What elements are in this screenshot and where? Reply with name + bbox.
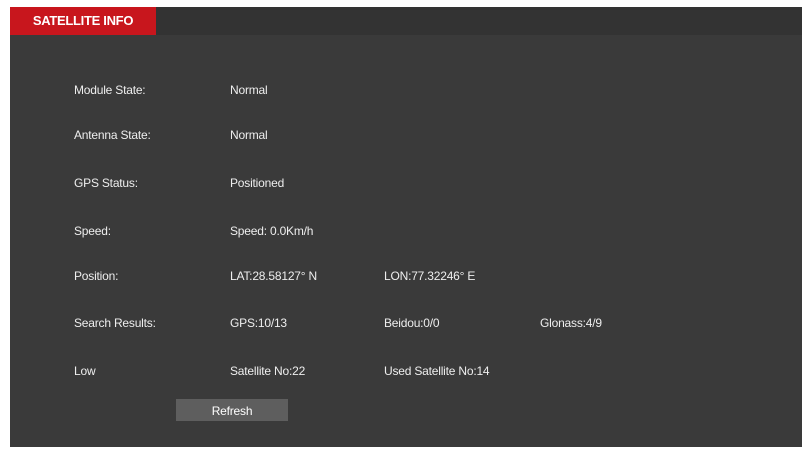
latitude-value: LAT:28.58127° N: [230, 269, 317, 283]
gps-status-label: GPS Status:: [74, 176, 138, 190]
satellite-no-value: Satellite No:22: [230, 364, 306, 378]
row-position: Position: LAT:28.58127° N LON:77.32246° …: [10, 266, 802, 286]
module-state-label: Module State:: [74, 83, 146, 97]
speed-label: Speed:: [74, 224, 111, 238]
row-module-state: Module State: Normal: [10, 80, 802, 100]
search-results-label: Search Results:: [74, 316, 156, 330]
used-satellite-no-value: Used Satellite No:14: [384, 364, 490, 378]
row-antenna-state: Antenna State: Normal: [10, 125, 802, 145]
antenna-state-value: Normal: [230, 128, 268, 142]
glonass-count-value: Glonass:4/9: [540, 316, 602, 330]
refresh-button[interactable]: Refresh: [176, 399, 288, 421]
row-satellites: Low Satellite No:22 Used Satellite No:14: [10, 361, 802, 381]
tab-bar: SATELLITE INFO: [10, 7, 802, 35]
antenna-state-label: Antenna State:: [74, 128, 151, 142]
gps-status-value: Positioned: [230, 176, 285, 190]
speed-value: Speed: 0.0Km/h: [230, 224, 314, 238]
satellite-info-panel: SATELLITE INFO Module State: Normal Ante…: [10, 7, 802, 447]
module-state-value: Normal: [230, 83, 268, 97]
signal-level-label: Low: [74, 364, 96, 378]
row-search-results: Search Results: GPS:10/13 Beidou:0/0 Glo…: [10, 313, 802, 333]
row-speed: Speed: Speed: 0.0Km/h: [10, 221, 802, 241]
beidou-count-value: Beidou:0/0: [384, 316, 440, 330]
position-label: Position:: [74, 269, 119, 283]
gps-count-value: GPS:10/13: [230, 316, 287, 330]
row-gps-status: GPS Status: Positioned: [10, 173, 802, 193]
tab-satellite-info[interactable]: SATELLITE INFO: [10, 7, 156, 35]
longitude-value: LON:77.32246° E: [384, 269, 476, 283]
